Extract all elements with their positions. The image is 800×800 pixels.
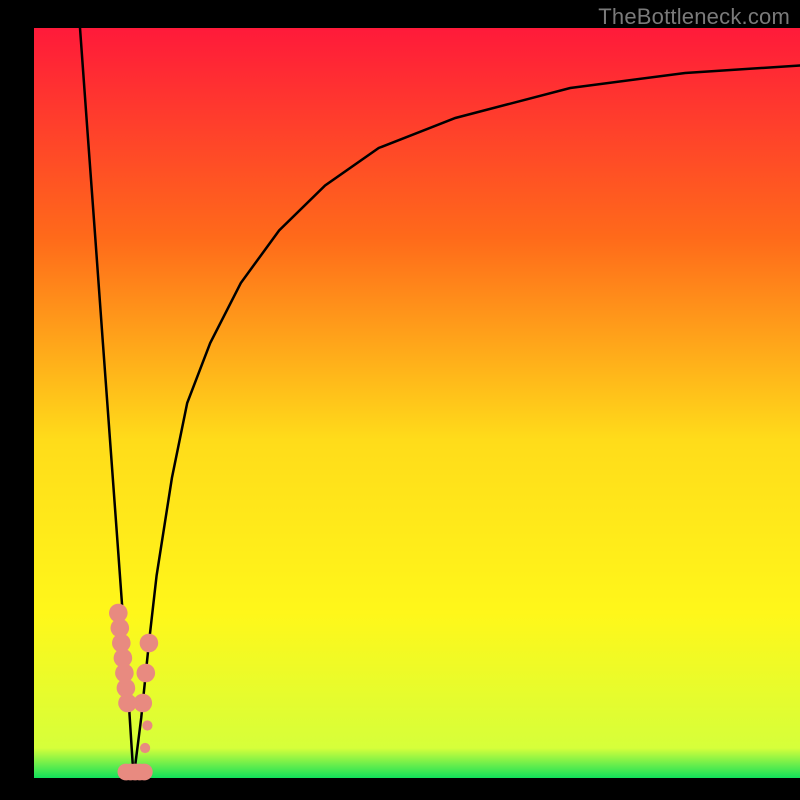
marker-right-cluster: [134, 694, 153, 713]
marker-right-dot-a: [142, 720, 152, 730]
marker-right-dot-b: [140, 743, 150, 753]
marker-bottom-bar: [136, 764, 153, 781]
marker-right-cluster: [140, 634, 159, 653]
chart-frame: TheBottleneck.com: [0, 0, 800, 800]
watermark-text: TheBottleneck.com: [598, 4, 790, 30]
chart-canvas: [0, 0, 800, 800]
marker-right-cluster: [137, 664, 156, 683]
